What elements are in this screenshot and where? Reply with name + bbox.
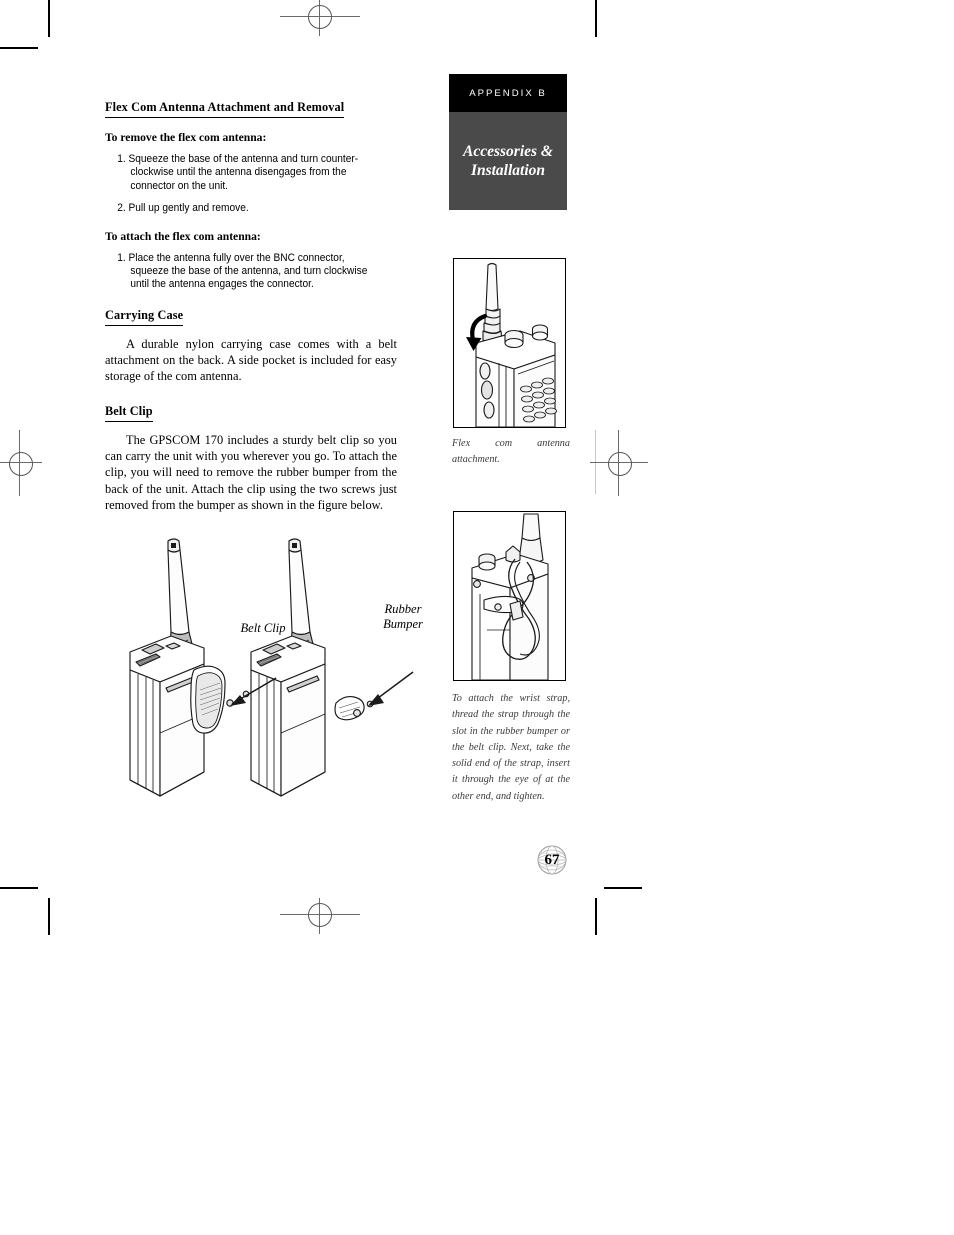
right-unit-with-rubber-bumper (250, 538, 326, 797)
registration-mark-bottom-center (280, 896, 360, 936)
subheading-attach-antenna: To attach the flex com antenna: (105, 229, 261, 243)
figure1-caption: Flex com antenna attachment. (452, 438, 570, 466)
crop-mark-top-right-vertical (595, 0, 597, 37)
belt-clip-heading-wrap: Belt Clip (105, 402, 397, 422)
figure2-caption: To attach the wrist strap, thread the st… (452, 693, 570, 802)
crop-mark-top-left-vertical (48, 0, 50, 37)
crop-mark-bottom-left-horizontal (0, 887, 38, 889)
figure-belt-clip-and-bumper (129, 538, 414, 797)
figure-label-rubber-bumper: Rubber Bumper (372, 602, 434, 632)
registration-mark-right-middle (584, 430, 654, 496)
belt-clip-heading: Belt Clip (105, 404, 153, 422)
wrist-strap-illustration (471, 513, 549, 680)
crop-mark-bottom-right-horizontal (604, 887, 642, 889)
list-item: 2. Pull up gently and remove. (117, 202, 249, 215)
list-item: 1. Squeeze the base of the antenna and t… (117, 153, 359, 192)
left-unit-with-belt-clip (129, 538, 205, 797)
attach-antenna-steps: 1. Place the antenna fully over the BNC … (105, 252, 397, 292)
figure-flex-com-antenna-attachment (453, 258, 566, 428)
appendix-title-block: Accessories & Installation (449, 112, 567, 210)
appendix-tab-label: APPENDIX B (469, 87, 547, 99)
appendix-title-line1: Accessories & (463, 143, 553, 160)
section-heading-wrap: Flex Com Antenna Attachment and Removal (105, 98, 397, 118)
appendix-title-line2: Installation (470, 162, 546, 179)
manual-page: Flex Com Antenna Attachment and Removal … (0, 0, 954, 1235)
section-heading: Flex Com Antenna Attachment and Removal (105, 100, 345, 118)
leader-arrow-rubber-bumper (368, 671, 414, 706)
page-number: 67 (544, 851, 560, 868)
page-number-badge: 67 (532, 840, 572, 880)
carrying-case-body: A durable nylon carrying case comes with… (105, 336, 397, 384)
figure-label-rubber-bumper-line1: Rubber (384, 602, 422, 616)
carrying-case-heading-wrap: Carrying Case (105, 306, 397, 326)
crop-mark-bottom-left-vertical (48, 898, 50, 935)
crop-mark-bottom-right-vertical (595, 898, 597, 935)
list-item: 1. Place the antenna fully over the BNC … (117, 251, 368, 291)
carrying-case-heading: Carrying Case (105, 308, 184, 326)
belt-clip-body: The GPSCOM 170 includes a sturdy belt cl… (105, 432, 397, 512)
main-text-column: Flex Com Antenna Attachment and Removal … (105, 98, 397, 513)
remove-antenna-steps: 1. Squeeze the base of the antenna and t… (105, 153, 397, 216)
registration-mark-top-center (280, 0, 360, 40)
figure-label-rubber-bumper-line2: Bumper (383, 617, 423, 631)
crop-mark-top-left-horizontal (0, 47, 38, 49)
appendix-tab: APPENDIX B (449, 74, 567, 112)
subheading-remove-antenna: To remove the flex com antenna: (105, 131, 267, 144)
rubber-bumper-part (334, 696, 374, 721)
radio-antenna-illustration (466, 262, 557, 427)
figure-label-belt-clip: Belt Clip (240, 621, 286, 635)
registration-mark-left-middle (0, 430, 44, 496)
figure-wrist-strap-attachment (453, 511, 566, 681)
